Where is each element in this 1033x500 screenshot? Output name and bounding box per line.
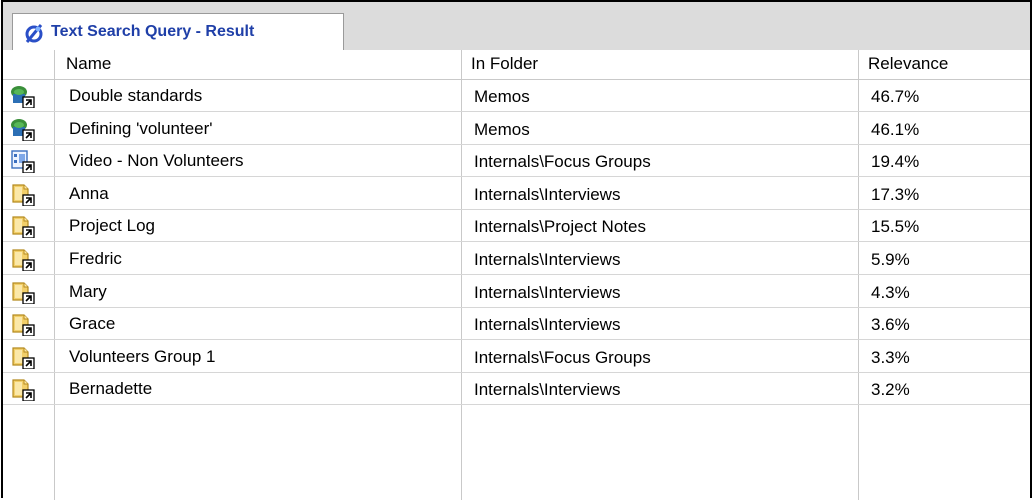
video-shortcut-icon: [10, 149, 36, 174]
row-folder: Internals\Focus Groups: [474, 347, 651, 367]
row-folder: Internals\Interviews: [474, 250, 621, 269]
row-relevance: 17.3%: [871, 184, 920, 204]
table-row[interactable]: Mary Internals\Interviews 4.3%: [3, 276, 1030, 308]
table-row[interactable]: Project Log Internals\Project Notes 15.5%: [3, 210, 1030, 243]
row-folder: Internals\Interviews: [474, 282, 621, 302]
document-shortcut-icon: [10, 312, 36, 337]
memo-shortcut-icon: [10, 117, 36, 142]
row-relevance: 46.1%: [871, 119, 920, 139]
table-row[interactable]: Grace Internals\Interviews 3.6%: [3, 308, 1030, 341]
memo-shortcut-icon: [10, 84, 36, 109]
row-folder: Memos: [474, 119, 530, 139]
result-window: Text Search Query - Result Name In Folde…: [1, 0, 1032, 500]
document-shortcut-icon: [10, 214, 36, 240]
tab-text-search-query-result[interactable]: Text Search Query - Result: [12, 13, 344, 50]
row-name: Bernadette: [69, 379, 153, 399]
row-name: Video - Non Volunteers: [69, 151, 244, 171]
table-row[interactable]: Volunteers Group 1 Internals\Focus Groups…: [3, 341, 1030, 373]
row-relevance: 46.7%: [871, 87, 920, 106]
document-shortcut-icon: [10, 247, 36, 272]
table-row[interactable]: Bernadette Internals\Interviews 3.2%: [3, 373, 1030, 406]
results-grid: Name In Folder Relevance Double standard…: [3, 50, 1030, 500]
document-shortcut-icon: [10, 377, 36, 403]
row-name: Anna: [69, 183, 109, 203]
table-row[interactable]: Double standards Memos 46.7%: [3, 80, 1030, 112]
row-name: Grace: [69, 314, 116, 334]
column-header-name[interactable]: Name: [66, 54, 111, 74]
row-relevance: 15.5%: [871, 217, 920, 237]
row-relevance: 5.9%: [871, 250, 910, 269]
document-shortcut-icon: [10, 280, 36, 305]
row-folder: Memos: [474, 87, 530, 106]
tab-title: Text Search Query - Result: [51, 23, 255, 40]
row-relevance: 3.6%: [871, 315, 910, 335]
row-folder: Internals\Interviews: [474, 184, 621, 204]
query-result-icon: [25, 24, 43, 43]
row-name: Double standards: [69, 86, 203, 105]
row-relevance: 3.3%: [871, 347, 910, 367]
column-header-relevance[interactable]: Relevance: [868, 54, 948, 74]
tab-strip: Text Search Query - Result: [3, 2, 1030, 51]
row-folder: Internals\Interviews: [474, 315, 621, 335]
row-folder: Internals\Focus Groups: [474, 152, 651, 172]
table-row[interactable]: Video - Non Volunteers Internals\Focus Gr…: [3, 145, 1030, 178]
header-row: Name In Folder Relevance: [3, 50, 1030, 80]
row-folder: Internals\Interviews: [474, 380, 621, 400]
row-name: Defining 'volunteer': [69, 118, 213, 138]
row-relevance: 19.4%: [871, 152, 920, 172]
document-shortcut-icon: [10, 345, 36, 370]
row-name: Project Log: [69, 216, 155, 236]
row-relevance: 4.3%: [871, 282, 910, 302]
column-header-in-folder[interactable]: In Folder: [471, 54, 538, 74]
row-name: Mary: [69, 281, 107, 301]
row-relevance: 3.2%: [871, 380, 910, 400]
table-row[interactable]: Fredric Internals\Interviews 5.9%: [3, 243, 1030, 275]
document-shortcut-icon: [10, 182, 36, 207]
row-name: Volunteers Group 1: [69, 346, 216, 366]
table-row[interactable]: Anna Internals\Interviews 17.3%: [3, 178, 1030, 210]
row-name: Fredric: [69, 249, 122, 268]
row-folder: Internals\Project Notes: [474, 217, 646, 237]
table-row[interactable]: Defining 'volunteer' Memos 46.1%: [3, 113, 1030, 145]
